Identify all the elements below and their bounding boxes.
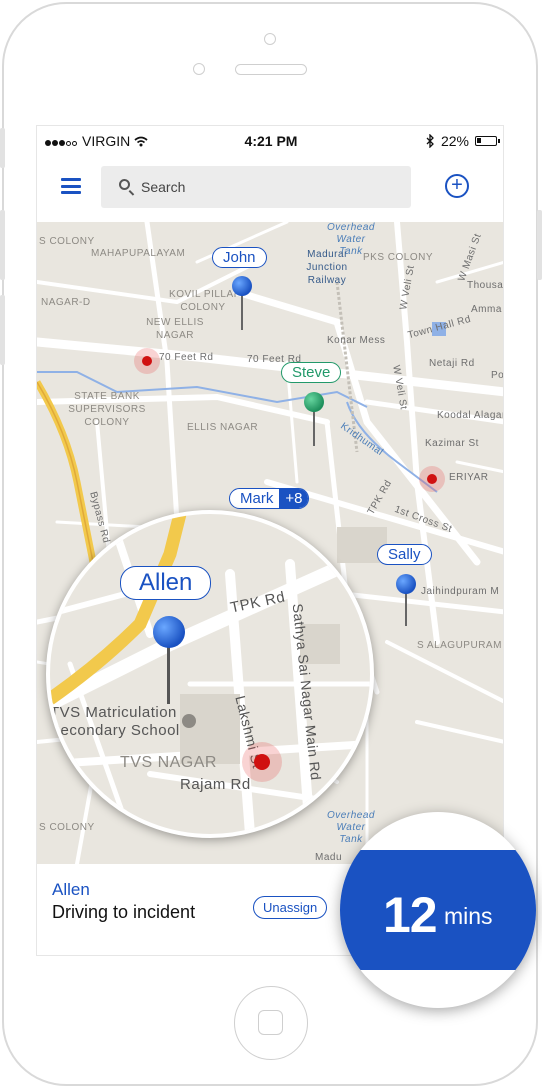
- magnifier-label: Rajam Rd: [180, 776, 251, 793]
- map-label: Po: [491, 370, 504, 381]
- map-label: Madu: [315, 852, 343, 863]
- eta-badge: 12 mins: [340, 812, 536, 1008]
- mark-cluster-count: +8: [279, 489, 309, 508]
- status-bar: VIRGIN 4:21 PM 22%: [37, 126, 503, 156]
- map-label: Madurai Junction Railway: [306, 249, 348, 286]
- driver-name[interactable]: Allen: [52, 880, 90, 900]
- marker-label-mark[interactable]: Mark +8: [229, 488, 310, 509]
- marker-stem: [313, 408, 315, 446]
- add-icon[interactable]: +: [445, 174, 469, 198]
- map-label: ELLIS NAGAR: [187, 422, 259, 433]
- eta-band: [340, 850, 536, 970]
- battery-icon: [475, 136, 500, 146]
- driver-status: Driving to incident: [52, 902, 196, 922]
- power-button: [537, 210, 542, 280]
- map-label: Konar Mess: [327, 335, 386, 346]
- map-label: STATE BANK SUPERVISORS COLONY: [68, 391, 146, 428]
- mute-switch: [0, 128, 5, 168]
- map-label: S ALAGUPURAM: [417, 640, 502, 651]
- front-camera: [264, 33, 276, 45]
- marker-label-sally[interactable]: Sally: [377, 544, 432, 565]
- map-label: 70 Feet Rd: [159, 352, 214, 363]
- marker-label-john[interactable]: John: [212, 247, 267, 268]
- hamburger-menu-icon[interactable]: [61, 178, 81, 194]
- marker-stem: [241, 292, 243, 330]
- driver-marker-john[interactable]: [232, 276, 252, 296]
- map-label: Amma: [471, 304, 502, 315]
- map-label: ERIYAR: [449, 472, 489, 483]
- map-label: KOVIL PILLAI COLONY: [169, 289, 237, 313]
- search-input[interactable]: Search: [101, 166, 411, 208]
- battery-percent: 22%: [440, 133, 469, 149]
- top-bar: Search +: [37, 156, 503, 222]
- map-label: Koodal Alagar T: [437, 410, 504, 421]
- marker-label-steve[interactable]: Steve: [281, 362, 342, 383]
- school-icon: [182, 714, 196, 728]
- magnifier-label: TVS NAGAR: [120, 754, 217, 771]
- map-label: Thousar: [467, 280, 504, 291]
- map-label: NAGAR-D: [41, 297, 91, 308]
- map-label: S COLONY: [39, 236, 95, 247]
- proximity-sensor: [193, 63, 205, 75]
- search-icon: [119, 179, 130, 190]
- volume-up-button: [0, 210, 5, 280]
- map-label: MAHAPUPALAYAM: [91, 248, 186, 259]
- incident-marker[interactable]: [134, 348, 160, 374]
- driver-marker-sally[interactable]: [396, 574, 416, 594]
- driver-marker-allen[interactable]: [153, 616, 185, 648]
- magnifier-label: TVS Matriculation Secondary School: [50, 704, 180, 739]
- map-label: Kazimar St: [425, 438, 479, 449]
- earpiece-speaker: [235, 64, 307, 75]
- driver-marker-steve[interactable]: [304, 392, 324, 412]
- map-label: NEW ELLIS NAGAR: [146, 317, 204, 341]
- map-label: Jaihindpuram M: [421, 586, 500, 597]
- eta-unit: mins: [444, 903, 493, 929]
- search-placeholder: Search: [141, 179, 186, 195]
- incident-marker[interactable]: [242, 742, 282, 782]
- home-button-icon: [258, 1010, 283, 1035]
- incident-marker[interactable]: [419, 466, 445, 492]
- eta-value: 12: [383, 887, 438, 943]
- mark-name: Mark: [240, 490, 274, 507]
- volume-down-button: [0, 295, 5, 365]
- map-label: PKS COLONY: [363, 252, 434, 263]
- marker-label-allen[interactable]: Allen: [120, 566, 212, 600]
- map-magnifier: TPK Rd Sathya Sai Nagar Main Rd Lakshmi …: [46, 510, 374, 838]
- bluetooth-icon: [426, 134, 434, 148]
- map-label: Netaji Rd: [429, 358, 475, 369]
- unassign-button[interactable]: Unassign: [253, 896, 328, 919]
